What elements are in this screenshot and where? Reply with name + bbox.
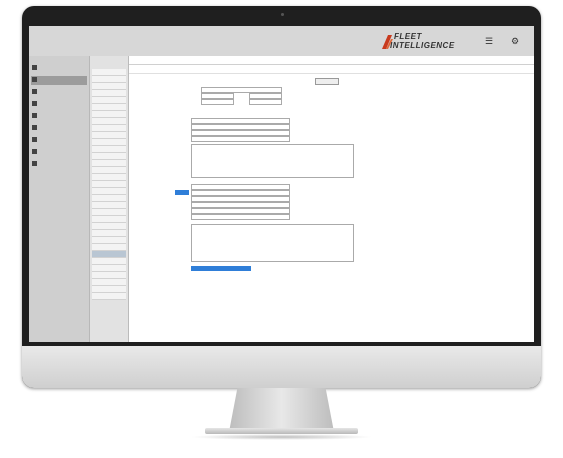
main-content bbox=[129, 56, 534, 342]
list-item[interactable] bbox=[92, 132, 126, 139]
sidebar-item-9[interactable] bbox=[31, 160, 87, 169]
warning-icon bbox=[32, 65, 37, 70]
list-item[interactable] bbox=[92, 251, 126, 258]
chart-icon bbox=[32, 161, 37, 166]
monitor-stand bbox=[229, 388, 334, 432]
list-item[interactable] bbox=[92, 258, 126, 265]
list-item[interactable] bbox=[92, 209, 126, 216]
list-item[interactable] bbox=[92, 286, 126, 293]
list-icon bbox=[32, 77, 37, 82]
sidebar bbox=[29, 56, 90, 342]
truck-icon bbox=[32, 89, 37, 94]
list-item[interactable] bbox=[92, 265, 126, 272]
document-icon bbox=[32, 149, 37, 154]
list-item[interactable] bbox=[92, 146, 126, 153]
list-item[interactable] bbox=[92, 202, 126, 209]
menu-icon[interactable]: ☰ bbox=[484, 36, 494, 46]
top-bar: FLEET INTELLIGENCE ☰ ⚙ bbox=[29, 26, 534, 57]
list-item[interactable] bbox=[92, 83, 126, 90]
gear-icon bbox=[32, 101, 37, 106]
list-item[interactable] bbox=[92, 181, 126, 188]
gear-icon bbox=[32, 137, 37, 142]
list-item[interactable] bbox=[92, 244, 126, 251]
list-item[interactable] bbox=[92, 153, 126, 160]
settings-icon[interactable]: ⚙ bbox=[510, 36, 520, 46]
list-item[interactable] bbox=[92, 160, 126, 167]
list-item[interactable] bbox=[92, 272, 126, 279]
list-item[interactable] bbox=[92, 293, 126, 300]
list-item[interactable] bbox=[92, 118, 126, 125]
list-item[interactable] bbox=[92, 195, 126, 202]
truck-icon bbox=[32, 125, 37, 130]
save-button[interactable] bbox=[191, 266, 251, 271]
notes-textarea[interactable] bbox=[191, 224, 354, 262]
camera-icon bbox=[281, 13, 284, 16]
sidebar-item-3[interactable] bbox=[31, 88, 87, 97]
list-item[interactable] bbox=[92, 97, 126, 104]
monitor-chin bbox=[22, 346, 541, 388]
form-field[interactable] bbox=[249, 99, 282, 105]
sidebar-item-7[interactable] bbox=[31, 136, 87, 145]
list-item[interactable] bbox=[92, 167, 126, 174]
form-field[interactable] bbox=[201, 99, 234, 105]
list-item[interactable] bbox=[92, 125, 126, 132]
toolbar bbox=[129, 65, 534, 74]
description-textarea[interactable] bbox=[191, 144, 354, 178]
app-screen: FLEET INTELLIGENCE ☰ ⚙ bbox=[29, 26, 534, 342]
sidebar-item-4[interactable] bbox=[31, 100, 87, 109]
stand-shadow bbox=[190, 434, 373, 440]
form-field[interactable] bbox=[191, 214, 290, 220]
list-item[interactable] bbox=[92, 69, 126, 76]
action-button[interactable] bbox=[315, 78, 339, 85]
sidebar-item-2[interactable] bbox=[31, 76, 87, 85]
list-item[interactable] bbox=[92, 279, 126, 286]
form-field[interactable] bbox=[191, 136, 290, 142]
logo-text-2: INTELLIGENCE bbox=[390, 41, 455, 50]
sidebar-item-5[interactable] bbox=[31, 112, 87, 121]
list-item[interactable] bbox=[92, 216, 126, 223]
list-item[interactable] bbox=[92, 139, 126, 146]
list-item[interactable] bbox=[92, 174, 126, 181]
list-item[interactable] bbox=[92, 111, 126, 118]
sidebar-item-6[interactable] bbox=[31, 124, 87, 133]
highlighted-label[interactable] bbox=[175, 190, 189, 195]
brand-logo: FLEET INTELLIGENCE bbox=[378, 31, 466, 53]
logo-text-1: FLEET bbox=[394, 32, 422, 41]
list-item[interactable] bbox=[92, 237, 126, 244]
list-item[interactable] bbox=[92, 104, 126, 111]
sidebar-item-8[interactable] bbox=[31, 148, 87, 157]
list-item[interactable] bbox=[92, 90, 126, 97]
tab-bar bbox=[129, 56, 534, 65]
list-item[interactable] bbox=[92, 223, 126, 230]
list-pane bbox=[90, 56, 129, 342]
wrench-icon bbox=[32, 113, 37, 118]
list-item[interactable] bbox=[92, 76, 126, 83]
sidebar-item-1[interactable] bbox=[31, 64, 87, 73]
list-rows bbox=[92, 69, 126, 300]
list-item[interactable] bbox=[92, 230, 126, 237]
list-item[interactable] bbox=[92, 188, 126, 195]
